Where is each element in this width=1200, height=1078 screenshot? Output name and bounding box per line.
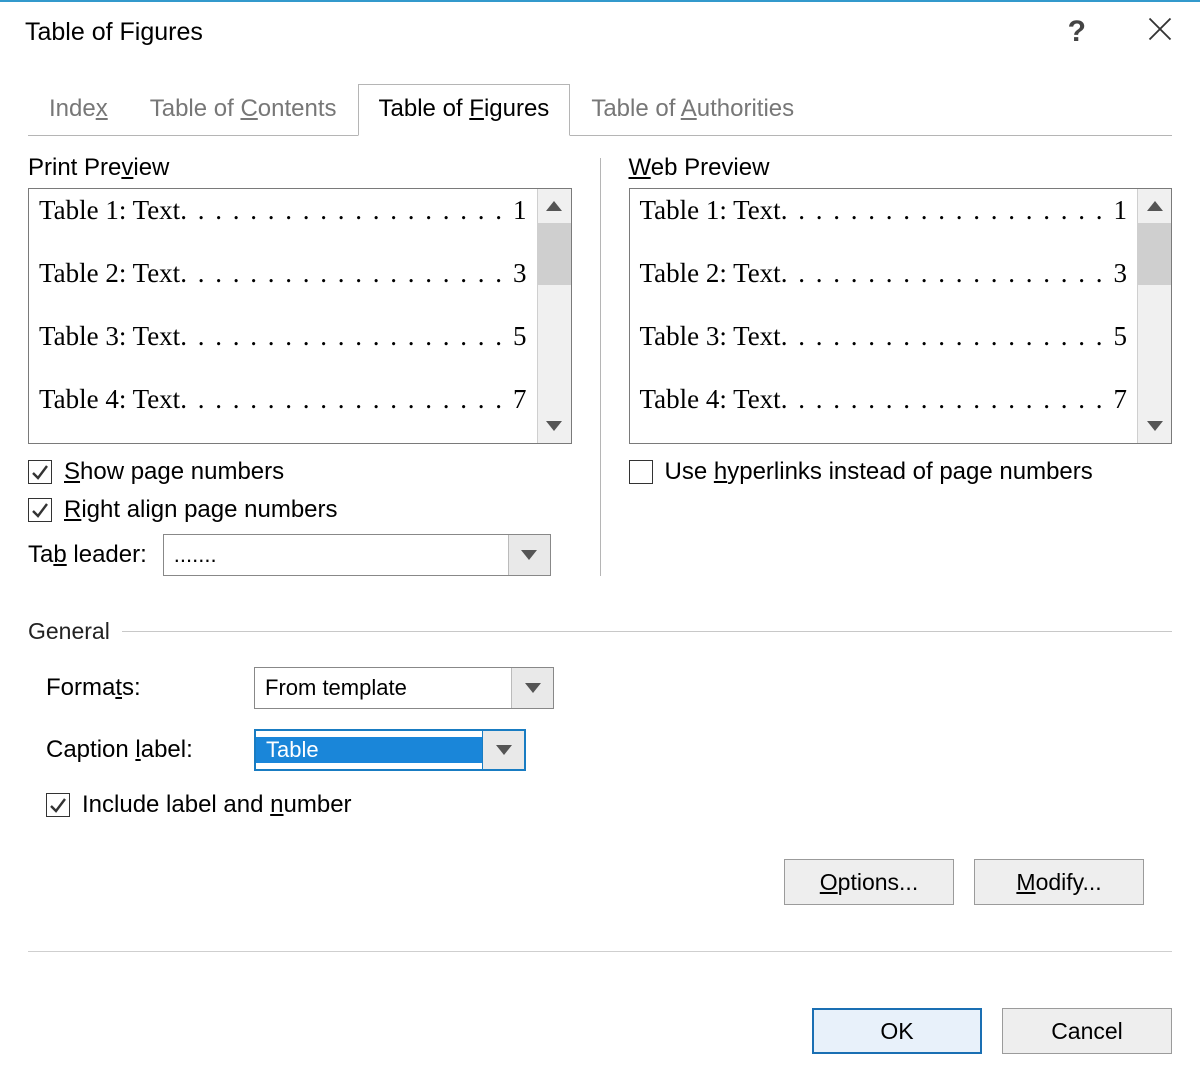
print-preview-box: Table 1: Text. . . . . . . . . . . . . .… [28, 188, 572, 444]
entry-leader: . . . . . . . . . . . . . . . . . . . . … [781, 321, 1112, 352]
entry-leader: . . . . . . . . . . . . . . . . . . . . … [781, 195, 1112, 226]
use-hyperlinks-checkbox[interactable] [629, 460, 653, 484]
cancel-button[interactable]: Cancel [1002, 1008, 1172, 1054]
divider [28, 951, 1172, 952]
vertical-divider [600, 158, 601, 576]
tab-index[interactable]: Index [28, 84, 129, 136]
preview-entry: Table 3: Text. . . . . . . . . . . . . .… [640, 321, 1128, 352]
scroll-down-icon[interactable] [538, 409, 571, 443]
web-preview-box: Table 1: Text. . . . . . . . . . . . . .… [629, 188, 1173, 444]
entry-page: 5 [511, 321, 527, 352]
tab-table-of-figures[interactable]: Table of Figures [358, 84, 571, 136]
entry-page: 3 [1112, 258, 1128, 289]
scroll-up-icon[interactable] [538, 189, 571, 223]
show-page-numbers-checkbox[interactable] [28, 460, 52, 484]
caption-label-label: Caption label: [46, 736, 236, 764]
entry-page: 1 [1112, 195, 1128, 226]
chevron-down-icon[interactable] [508, 535, 550, 575]
chevron-down-icon[interactable] [511, 668, 553, 708]
preview-entry: Table 1: Text. . . . . . . . . . . . . .… [39, 195, 527, 226]
right-align-checkbox[interactable] [28, 498, 52, 522]
scroll-thumb[interactable] [538, 223, 571, 285]
preview-entry: Table 3: Text. . . . . . . . . . . . . .… [39, 321, 527, 352]
entry-page: 3 [511, 258, 527, 289]
entry-label: Table 1: Text [39, 195, 180, 226]
entry-leader: . . . . . . . . . . . . . . . . . . . . … [180, 321, 511, 352]
tab-leader-label: Tab leader: [28, 541, 147, 569]
titlebar: Table of Figures ? [0, 2, 1200, 62]
entry-leader: . . . . . . . . . . . . . . . . . . . . … [781, 384, 1112, 415]
entry-leader: . . . . . . . . . . . . . . . . . . . . … [781, 258, 1112, 289]
entry-leader: . . . . . . . . . . . . . . . . . . . . … [180, 258, 511, 289]
entry-label: Table 4: Text [39, 384, 180, 415]
table-of-figures-dialog: Table of Figures ? Index Table of Conten… [0, 0, 1200, 1078]
formats-label: Formats: [46, 674, 236, 702]
caption-label-value[interactable]: Table [256, 737, 482, 763]
web-preview-column: Web Preview Table 1: Text. . . . . . . .… [629, 154, 1173, 576]
entry-label: Table 3: Text [39, 321, 180, 352]
options-button[interactable]: Options... [784, 859, 954, 905]
entry-label: Table 4: Text [640, 384, 781, 415]
entry-label: Table 3: Text [640, 321, 781, 352]
web-preview-content: Table 1: Text. . . . . . . . . . . . . .… [630, 189, 1138, 443]
help-icon[interactable]: ? [1068, 15, 1086, 49]
include-label-label: Include label and number [82, 791, 352, 819]
scroll-thumb[interactable] [1138, 223, 1171, 285]
entry-leader: . . . . . . . . . . . . . . . . . . . . … [180, 195, 511, 226]
include-label-checkbox[interactable] [46, 793, 70, 817]
dialog-title: Table of Figures [25, 18, 1068, 47]
scroll-up-icon[interactable] [1138, 189, 1171, 223]
formats-combo[interactable]: From template [254, 667, 554, 709]
entry-page: 7 [511, 384, 527, 415]
caption-label-combo[interactable]: Table [254, 729, 526, 771]
entry-label: Table 2: Text [39, 258, 180, 289]
chevron-down-icon[interactable] [482, 731, 524, 769]
divider [122, 631, 1172, 632]
preview-entry: Table 4: Text. . . . . . . . . . . . . .… [640, 384, 1128, 415]
entry-page: 1 [511, 195, 527, 226]
entry-label: Table 2: Text [640, 258, 781, 289]
print-preview-content: Table 1: Text. . . . . . . . . . . . . .… [29, 189, 537, 443]
general-group: General Formats: From template Caption l… [28, 618, 1172, 829]
right-align-label: Right align page numbers [64, 496, 338, 524]
preview-entry: Table 4: Text. . . . . . . . . . . . . .… [39, 384, 527, 415]
web-preview-scrollbar[interactable] [1137, 189, 1171, 443]
use-hyperlinks-label: Use hyperlinks instead of page numbers [665, 458, 1093, 486]
print-preview-column: Print Preview Table 1: Text. . . . . . .… [28, 154, 572, 576]
ok-button[interactable]: OK [812, 1008, 982, 1054]
scroll-down-icon[interactable] [1138, 409, 1171, 443]
preview-entry: Table 2: Text. . . . . . . . . . . . . .… [39, 258, 527, 289]
tab-leader-combo[interactable]: ....... [163, 534, 551, 576]
entry-page: 5 [1112, 321, 1128, 352]
tab-table-of-authorities[interactable]: Table of Authorities [570, 84, 815, 136]
web-preview-label: Web Preview [629, 154, 1173, 182]
preview-entry: Table 2: Text. . . . . . . . . . . . . .… [640, 258, 1128, 289]
modify-button[interactable]: Modify... [974, 859, 1144, 905]
show-page-numbers-label: Show page numbers [64, 458, 284, 486]
entry-page: 7 [1112, 384, 1128, 415]
formats-value[interactable]: From template [255, 675, 511, 701]
entry-label: Table 1: Text [640, 195, 781, 226]
print-preview-scrollbar[interactable] [537, 189, 571, 443]
tab-table-of-contents[interactable]: Table of Contents [129, 84, 358, 136]
close-icon[interactable] [1138, 11, 1182, 53]
general-header: General [28, 618, 110, 645]
preview-entry: Table 1: Text. . . . . . . . . . . . . .… [640, 195, 1128, 226]
entry-leader: . . . . . . . . . . . . . . . . . . . . … [180, 384, 511, 415]
tab-strip: Index Table of Contents Table of Figures… [0, 62, 1200, 136]
tab-leader-value[interactable]: ....... [164, 542, 508, 568]
print-preview-label: Print Preview [28, 154, 572, 182]
